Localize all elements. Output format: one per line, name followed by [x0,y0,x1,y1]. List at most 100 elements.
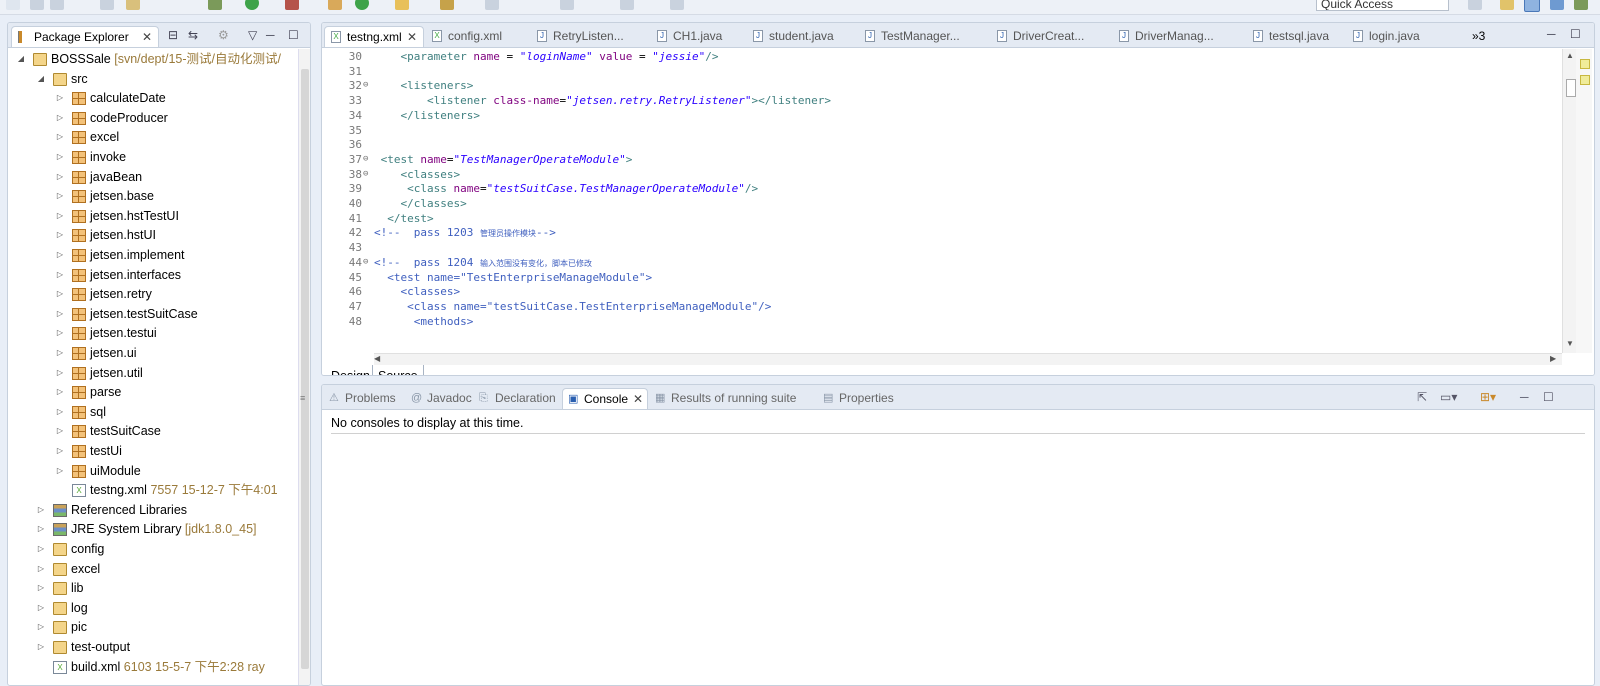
collapsed-arrow-icon[interactable]: ▷ [55,382,65,402]
back-icon[interactable] [560,0,574,10]
scroll-up-icon[interactable]: ▲ [1566,51,1574,60]
open-perspective-icon[interactable] [1468,0,1482,10]
scrollbar-thumb[interactable] [301,69,309,669]
collapsed-arrow-icon[interactable]: ▷ [55,363,65,383]
collapsed-arrow-icon[interactable]: ▷ [36,637,46,657]
code-line[interactable]: 38 ⊖ <classes> [322,167,1562,182]
open-type-icon[interactable] [126,0,140,10]
console-tab[interactable]: ⚠ Problems [324,388,402,408]
tree-item[interactable]: ▷ jetsen.implement [8,245,298,265]
code-line[interactable]: 35 [322,123,1562,138]
view-menu-icon[interactable]: ▽ [248,28,257,42]
collapsed-arrow-icon[interactable]: ▷ [36,598,46,618]
tree-item[interactable]: ▷ jetsen.util [8,363,298,383]
code-line[interactable]: 34 </listeners> [322,108,1562,123]
collapsed-arrow-icon[interactable]: ▷ [55,402,65,422]
editor-mode-tab[interactable]: Design [326,365,375,375]
scroll-right-icon[interactable]: ▶ [1550,354,1556,363]
open-console-icon[interactable]: ⇱ [1417,391,1427,403]
code-line[interactable]: 31 [322,64,1562,79]
code-line[interactable]: 43 [322,240,1562,255]
focus-active-task-icon[interactable]: ⚙ [218,28,229,42]
code-line[interactable]: 47 <class name="testSuitCase.TestEnterpr… [322,299,1562,314]
close-icon[interactable]: ✕ [142,31,152,43]
ruler-marker[interactable] [1580,75,1590,85]
fold-toggle-icon[interactable]: ⊖ [363,152,368,167]
fold-toggle-icon[interactable]: ⊖ [363,78,368,93]
minimize-icon[interactable]: ─ [1520,391,1529,403]
tree-item[interactable]: ▷ lib [8,578,298,598]
tree-item[interactable]: ▷ jetsen.testSuitCase [8,304,298,324]
scroll-left-icon[interactable]: ◀ [374,354,380,363]
debug-icon[interactable] [208,0,222,10]
java-perspective-icon[interactable] [1550,0,1564,10]
tree-item[interactable]: ▷ testSuitCase [8,421,298,441]
tree-item[interactable]: ▷ jetsen.hstTestUI [8,206,298,226]
code-line[interactable]: 30 <parameter name = "loginName" value =… [322,49,1562,64]
collapsed-arrow-icon[interactable]: ▷ [55,265,65,285]
console-tab[interactable]: ⎘ Declaration [474,388,558,408]
code-line[interactable]: 44 ⊖ <!-- pass 1204 输入范围没有变化，脚本已修改 [322,255,1562,270]
code-line[interactable]: 37 ⊖ <test name="TestManagerOperateModule… [322,152,1562,167]
collapsed-arrow-icon[interactable]: ▷ [55,461,65,481]
tree-item[interactable]: ▷ codeProducer [8,108,298,128]
code-line[interactable]: 41 </test> [322,211,1562,226]
code-line[interactable]: 45 <test name="TestEnterpriseManageModul… [322,270,1562,285]
collapsed-arrow-icon[interactable]: ▷ [36,539,46,559]
maximize-icon[interactable]: ☐ [1570,27,1581,41]
fold-toggle-icon[interactable]: ⊖ [363,167,368,182]
editor-tab[interactable]: Jlogin.java [1347,26,1437,46]
tree-item[interactable]: ▷ jetsen.base [8,186,298,206]
editor-tab[interactable]: J RetryListen... [531,26,643,46]
tree-item[interactable]: Xbuild.xml 6103 15-5-7 下午2:28 ray [8,657,298,677]
collapsed-arrow-icon[interactable]: ▷ [36,519,46,539]
maximize-icon[interactable]: ☐ [1543,391,1554,403]
editor-tab[interactable]: Xtestng.xml ✕ [324,26,424,47]
collapsed-arrow-icon[interactable]: ▷ [36,500,46,520]
editor-overflow-chevron[interactable]: »3 [1472,26,1485,46]
collapsed-arrow-icon[interactable]: ▷ [55,343,65,363]
next-annotation-icon[interactable] [485,0,499,10]
collapsed-arrow-icon[interactable]: ▷ [55,127,65,147]
maximize-icon[interactable]: ☐ [288,28,299,42]
console-tab[interactable]: ▣ Console ✕ [562,388,648,409]
quick-access-input[interactable]: Quick Access [1316,0,1449,11]
pin-editor-icon[interactable] [670,0,684,10]
tree-item[interactable]: ▷ uiModule [8,461,298,481]
expanded-arrow-icon[interactable]: ◢ [16,49,26,69]
editor-tab[interactable]: J DriverCreat... [991,26,1105,46]
tree-item[interactable]: ▷ jetsen.retry [8,284,298,304]
collapsed-arrow-icon[interactable]: ▷ [55,147,65,167]
tree-item[interactable]: ▷ pic [8,617,298,637]
collapsed-arrow-icon[interactable]: ▷ [36,617,46,637]
collapsed-arrow-icon[interactable]: ▷ [55,108,65,128]
close-icon[interactable]: ✕ [407,31,417,43]
tree-item[interactable]: ▷ calculateDate [8,88,298,108]
tree-item[interactable]: ▷ Referenced Libraries [8,500,298,520]
tree-item[interactable]: ▷ invoke [8,147,298,167]
editor-mode-tab[interactable]: Source [372,365,424,375]
coverage-icon[interactable] [355,0,369,10]
collapsed-arrow-icon[interactable]: ▷ [36,578,46,598]
expanded-arrow-icon[interactable]: ◢ [36,69,46,89]
tree-item[interactable]: ▷ excel [8,559,298,579]
fold-toggle-icon[interactable]: ⊖ [363,255,368,270]
code-line[interactable]: 39 <class name="testSuitCase.TestManager… [322,181,1562,196]
code-line[interactable]: 40 </classes> [322,196,1562,211]
display-selected-console-icon[interactable]: ▭▾ [1440,391,1457,403]
tree-item[interactable]: ▷ parse [8,382,298,402]
code-area[interactable]: 30 <parameter name = "loginName" value =… [322,49,1562,353]
collapsed-arrow-icon[interactable]: ▷ [55,206,65,226]
collapsed-arrow-icon[interactable]: ▷ [55,245,65,265]
close-icon[interactable]: ✕ [633,393,643,405]
collapsed-arrow-icon[interactable]: ▷ [36,559,46,579]
tree-item[interactable]: ▷ jetsen.testui [8,323,298,343]
code-line[interactable]: 33 <listener class-name="jetsen.retry.Re… [322,93,1562,108]
code-line[interactable]: 46 <classes> [322,284,1562,299]
collapsed-arrow-icon[interactable]: ▷ [55,88,65,108]
scrollbar-thumb[interactable] [1566,79,1576,97]
collapsed-arrow-icon[interactable]: ▷ [55,225,65,245]
package-explorer-scrollbar[interactable]: ≡ [298,49,310,685]
link-with-editor-icon[interactable]: ⇆ [188,28,198,42]
team-sync-perspective-icon[interactable] [1574,0,1588,10]
